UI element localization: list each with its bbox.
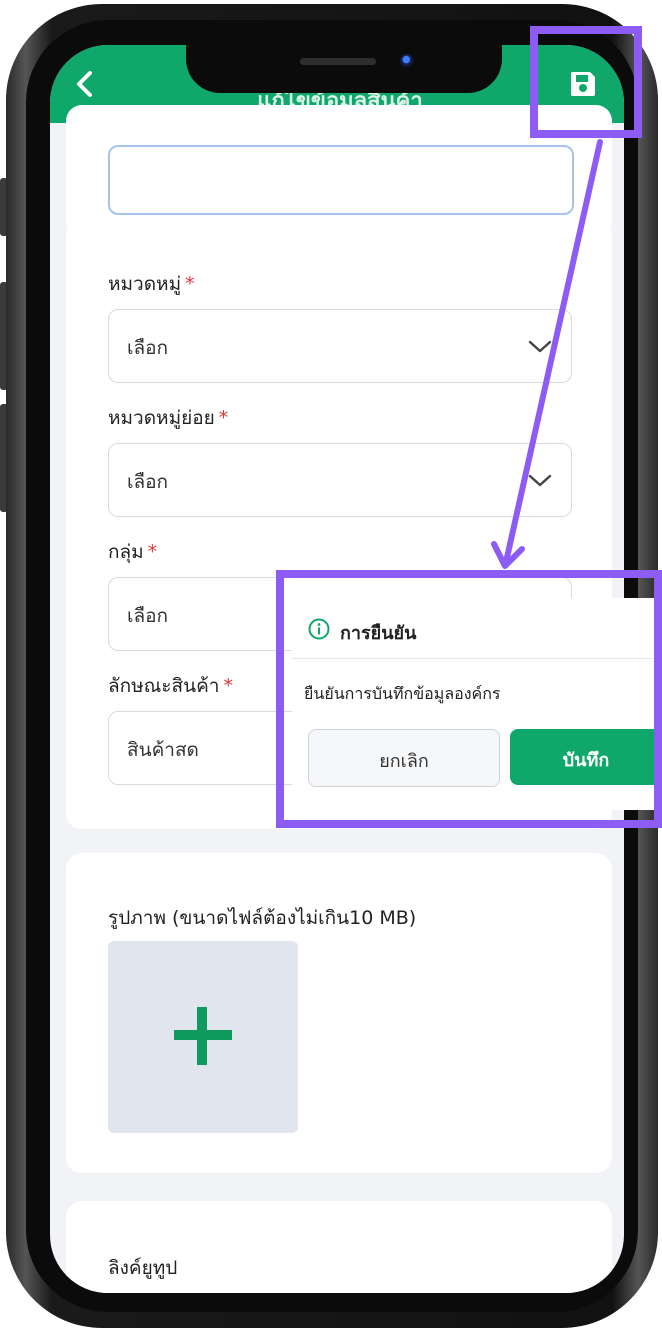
annotation-arrow bbox=[491, 139, 603, 569]
